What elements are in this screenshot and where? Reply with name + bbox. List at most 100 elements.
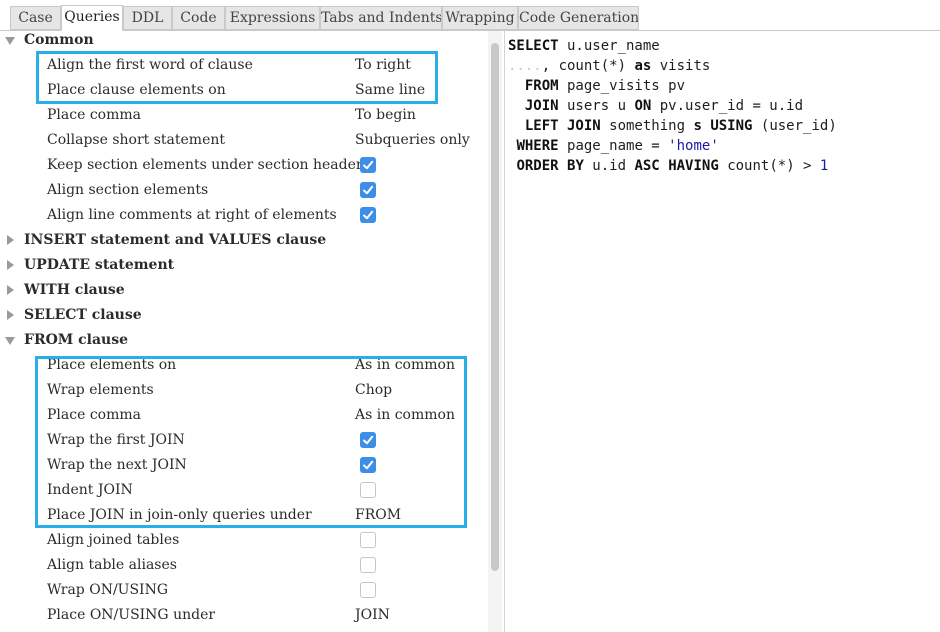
- group-with-clause[interactable]: WITH clause: [0, 278, 488, 303]
- sql-text: u.id: [583, 158, 635, 174]
- tab-wrapping[interactable]: Wrapping: [442, 6, 518, 30]
- group-from-clause[interactable]: FROM clause: [0, 328, 488, 353]
- group-insert-statement[interactable]: INSERT statement and VALUES clause: [0, 228, 488, 253]
- checkbox-unchecked[interactable]: [360, 532, 376, 548]
- tab-code[interactable]: Code: [172, 6, 225, 30]
- sql-keyword: HAVING: [668, 158, 719, 174]
- sql-text: users u: [558, 98, 635, 114]
- code-line: ORDER BY u.id ASC HAVING count(*) > 1: [508, 156, 828, 176]
- setting-label: Indent JOIN: [47, 482, 133, 498]
- group-label: SELECT clause: [24, 307, 142, 323]
- sql-text: u.user_name: [558, 38, 660, 54]
- setting-value-dropdown[interactable]: As in common: [355, 403, 455, 428]
- setting-row[interactable]: Place elements on As in common: [0, 353, 488, 378]
- setting-label: Place ON/USING under: [47, 607, 216, 623]
- tab-expressions[interactable]: Expressions: [225, 6, 320, 30]
- tab-case[interactable]: Case: [10, 6, 61, 30]
- setting-row[interactable]: Keep section elements under section head…: [0, 153, 488, 178]
- code-line: WHERE page_name = 'home': [508, 136, 719, 156]
- setting-label: Align the first word of clause: [47, 57, 253, 73]
- checkbox-checked[interactable]: [360, 207, 376, 223]
- checkbox-unchecked[interactable]: [360, 482, 376, 498]
- checkbox-checked[interactable]: [360, 157, 376, 173]
- sql-text: something: [600, 118, 694, 134]
- sql-keyword: USING: [710, 118, 753, 134]
- setting-value-dropdown[interactable]: JOIN: [355, 603, 390, 628]
- tab-tabs-and-indents[interactable]: Tabs and Indents: [320, 6, 442, 30]
- setting-row[interactable]: Align table aliases: [0, 553, 488, 578]
- sql-text: , count(*): [541, 58, 635, 74]
- group-update-statement[interactable]: UPDATE statement: [0, 253, 488, 278]
- setting-row[interactable]: Place clause elements on Same line: [0, 78, 488, 103]
- setting-label: Place elements on: [47, 357, 177, 373]
- expand-arrow-icon[interactable]: [5, 337, 15, 345]
- setting-label: Wrap ON/USING: [47, 582, 169, 598]
- collapse-arrow-icon[interactable]: [7, 235, 14, 245]
- setting-row[interactable]: Align line comments at right of elements: [0, 203, 488, 228]
- setting-value-dropdown[interactable]: Same line: [355, 78, 425, 103]
- sql-text: count(*) >: [718, 158, 820, 174]
- sql-text: visits: [651, 58, 711, 74]
- sql-keyword: as: [634, 58, 652, 74]
- sql-text: pv.user_id = u.id: [651, 98, 804, 114]
- sql-text: page_visits pv: [558, 78, 686, 94]
- sql-text: ....: [508, 58, 542, 74]
- setting-value-dropdown[interactable]: Chop: [355, 378, 392, 403]
- checkbox-checked[interactable]: [360, 182, 376, 198]
- code-line: SELECT u.user_name: [508, 36, 660, 56]
- sql-keyword: SELECT: [508, 38, 559, 54]
- setting-row[interactable]: Wrap the next JOIN: [0, 453, 488, 478]
- setting-label: Wrap elements: [47, 382, 154, 398]
- setting-row[interactable]: Wrap the first JOIN: [0, 428, 488, 453]
- expand-arrow-icon[interactable]: [5, 37, 15, 45]
- group-select-clause[interactable]: SELECT clause: [0, 303, 488, 328]
- setting-row[interactable]: Align the first word of clause To right: [0, 53, 488, 78]
- setting-value-dropdown[interactable]: As in common: [355, 353, 455, 378]
- group-label: UPDATE statement: [24, 257, 175, 273]
- setting-row[interactable]: Align joined tables: [0, 528, 488, 553]
- sql-string: 'home': [668, 138, 719, 154]
- setting-row[interactable]: Place comma As in common: [0, 403, 488, 428]
- tab-queries[interactable]: Queries: [61, 5, 123, 31]
- setting-row[interactable]: Indent JOIN: [0, 478, 488, 503]
- setting-label: Align table aliases: [47, 557, 177, 573]
- sql-text: page_name =: [558, 138, 669, 154]
- checkbox-checked[interactable]: [360, 432, 376, 448]
- sql-keyword: FROM: [524, 78, 559, 94]
- setting-row[interactable]: Wrap ON/USING: [0, 578, 488, 603]
- setting-label: Place clause elements on: [47, 82, 226, 98]
- setting-value-dropdown[interactable]: To right: [355, 53, 411, 78]
- collapse-arrow-icon[interactable]: [7, 260, 14, 270]
- vertical-scrollbar[interactable]: [488, 31, 502, 632]
- setting-value-dropdown[interactable]: To begin: [355, 103, 416, 128]
- checkbox-unchecked[interactable]: [360, 557, 376, 573]
- tab-ddl[interactable]: DDL: [123, 6, 172, 30]
- checkbox-checked[interactable]: [360, 457, 376, 473]
- sql-keyword: JOIN: [524, 98, 559, 114]
- setting-value-dropdown[interactable]: Subqueries only: [355, 128, 470, 153]
- panel-divider[interactable]: [504, 31, 505, 632]
- setting-row[interactable]: Collapse short statement Subqueries only: [0, 128, 488, 153]
- setting-label: Place JOIN in join-only queries under: [47, 507, 312, 523]
- group-common[interactable]: Common: [0, 31, 488, 53]
- setting-label: Wrap the next JOIN: [47, 457, 187, 473]
- setting-row[interactable]: Wrap elements Chop: [0, 378, 488, 403]
- setting-label: Place comma: [47, 107, 141, 123]
- code-line: FROM page_visits pv: [508, 76, 685, 96]
- setting-row[interactable]: Place ON/USING under JOIN: [0, 603, 488, 628]
- setting-label: Place comma: [47, 407, 141, 423]
- collapse-arrow-icon[interactable]: [7, 285, 14, 295]
- setting-row[interactable]: Place JOIN in join-only queries under FR…: [0, 503, 488, 528]
- tab-code-generation[interactable]: Code Generation: [518, 6, 639, 30]
- collapse-arrow-icon[interactable]: [7, 310, 14, 320]
- scrollbar-thumb[interactable]: [491, 43, 499, 571]
- setting-row[interactable]: Place comma To begin: [0, 103, 488, 128]
- sql-number: 1: [819, 158, 829, 174]
- checkbox-unchecked[interactable]: [360, 582, 376, 598]
- setting-row[interactable]: Align section elements: [0, 178, 488, 203]
- code-line: ...., count(*) as visits: [508, 56, 710, 76]
- setting-value-dropdown[interactable]: FROM: [355, 503, 401, 528]
